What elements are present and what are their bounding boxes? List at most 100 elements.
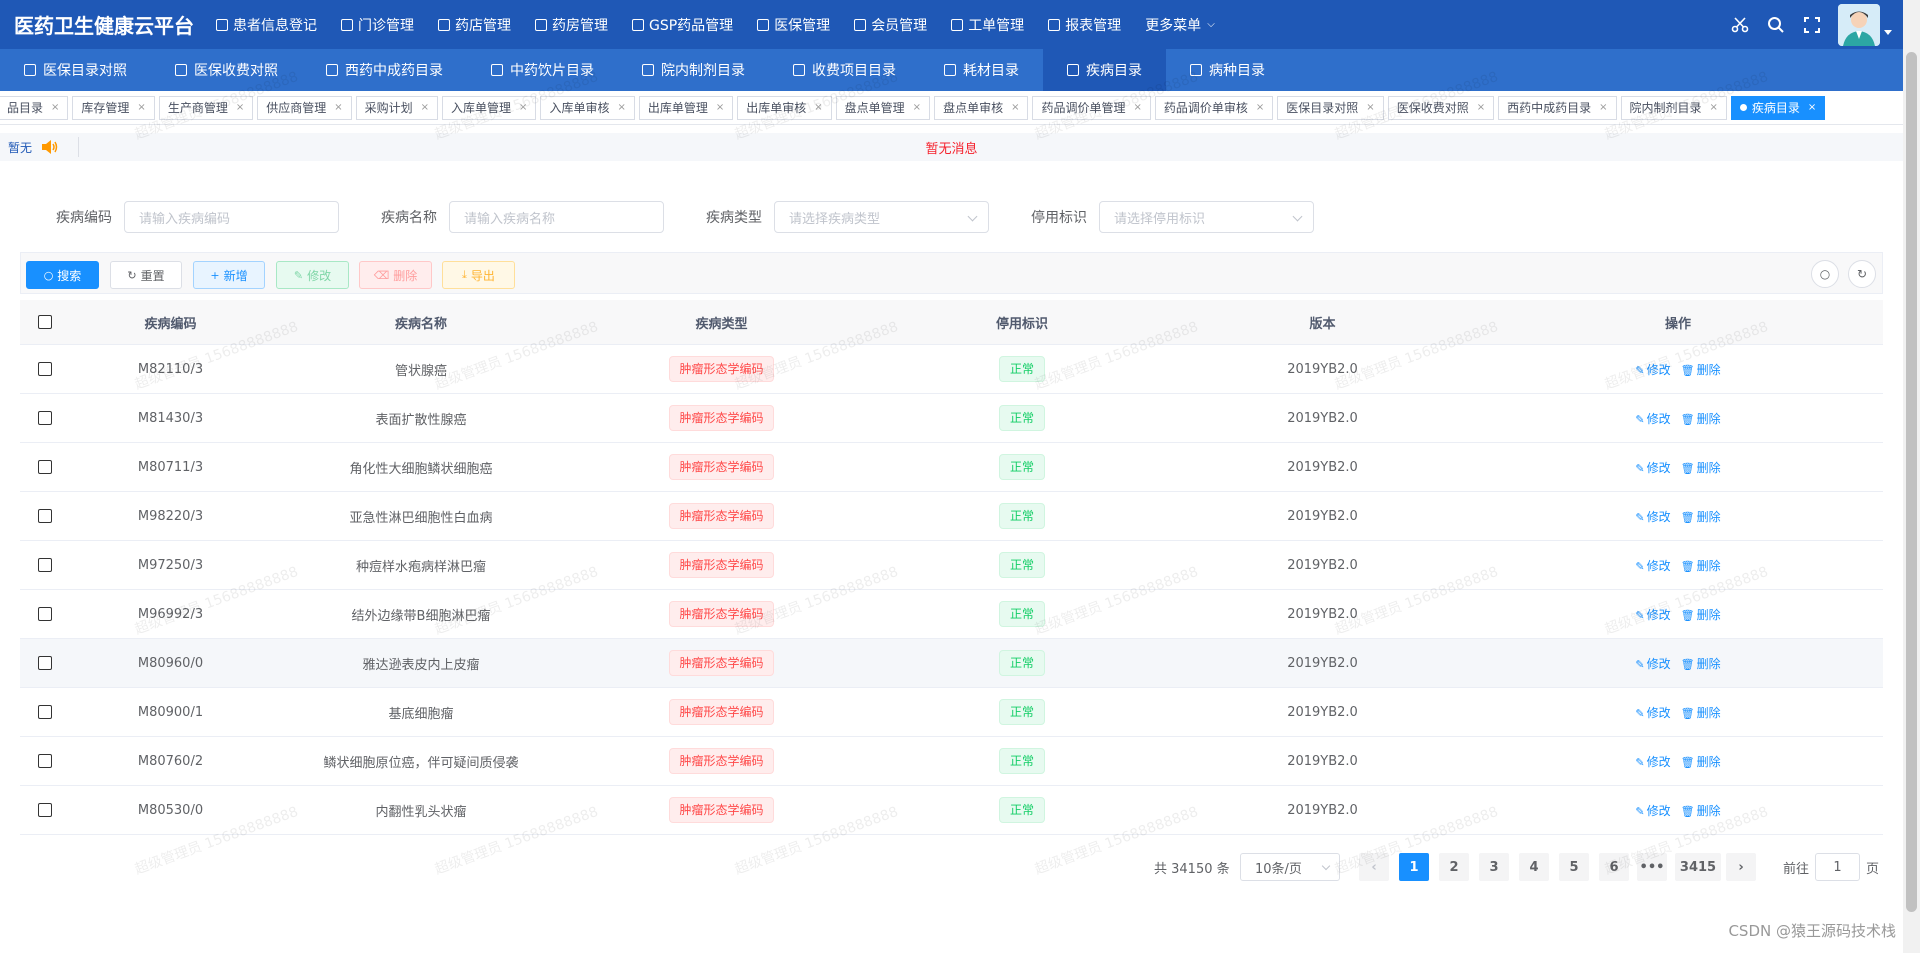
close-icon[interactable]: ×: [716, 102, 724, 113]
top-menu-item[interactable]: 门诊管理: [341, 15, 414, 35]
tab-tag[interactable]: 药品调价单审核 ×: [1154, 95, 1274, 120]
close-icon[interactable]: ×: [236, 102, 244, 113]
subnav-item[interactable]: 病种目录: [1166, 49, 1289, 91]
row-delete-button[interactable]: 🗑 删除: [1681, 706, 1721, 720]
table-row[interactable]: M97250/3 种痘样水疱病样淋巴瘤 肿瘤形态学编码 正常 2019YB2.0 ✎ 修改 🗑…: [20, 541, 1883, 590]
close-icon[interactable]: ×: [617, 102, 625, 113]
page-number-button[interactable]: 2: [1439, 853, 1469, 881]
top-menu-item[interactable]: 报表管理: [1048, 15, 1121, 35]
close-icon[interactable]: ×: [51, 102, 59, 113]
page-number-button[interactable]: 4: [1519, 853, 1549, 881]
row-delete-button[interactable]: 🗑 删除: [1681, 657, 1721, 671]
top-menu-item[interactable]: 药房管理: [535, 15, 608, 35]
reset-button[interactable]: ↻ 重置: [110, 261, 182, 289]
row-edit-button[interactable]: ✎ 修改: [1635, 559, 1670, 573]
row-edit-button[interactable]: ✎ 修改: [1635, 804, 1670, 818]
close-icon[interactable]: ×: [1133, 102, 1141, 113]
row-delete-button[interactable]: 🗑 删除: [1681, 363, 1721, 377]
top-menu-item[interactable]: 工单管理: [951, 15, 1024, 35]
row-delete-button[interactable]: 🗑 删除: [1681, 412, 1721, 426]
row-edit-button[interactable]: ✎ 修改: [1635, 363, 1670, 377]
next-page-button[interactable]: ›: [1726, 853, 1756, 881]
table-row[interactable]: M80960/0 雅达逊表皮内上皮瘤 肿瘤形态学编码 正常 2019YB2.0 ✎ 修改 🗑 删…: [20, 639, 1883, 688]
page-number-button[interactable]: 1: [1399, 853, 1429, 881]
tab-tag[interactable]: 出库单管理 ×: [638, 95, 734, 120]
close-icon[interactable]: ×: [1477, 102, 1485, 113]
tab-tag[interactable]: 西药中成药目录 ×: [1498, 95, 1617, 120]
close-icon[interactable]: ×: [1710, 102, 1718, 113]
top-menu-item[interactable]: 药店管理: [438, 15, 511, 35]
table-row[interactable]: M80530/0 内翻性乳头状瘤 肿瘤形态学编码 正常 2019YB2.0 ✎ 修改 🗑 删除: [20, 786, 1883, 835]
close-icon[interactable]: ×: [137, 102, 145, 113]
page-size-select[interactable]: 10条/页: [1240, 853, 1340, 881]
tab-tag[interactable]: 入库单管理 ×: [442, 95, 537, 120]
close-icon[interactable]: ×: [1366, 102, 1374, 113]
subnav-item[interactable]: 疾病目录: [1043, 49, 1166, 91]
subnav-item[interactable]: 医保收费对照: [151, 49, 302, 91]
row-edit-button[interactable]: ✎ 修改: [1635, 755, 1670, 769]
table-row[interactable]: M82110/3 管状腺癌 肿瘤形态学编码 正常 2019YB2.0 ✎ 修改 🗑 删除: [20, 345, 1883, 394]
user-menu-caret-icon[interactable]: [1884, 30, 1892, 35]
disease-code-input[interactable]: 请输入疾病编码: [124, 201, 339, 233]
tab-tag[interactable]: 药品调价单管理 ×: [1032, 95, 1151, 120]
row-edit-button[interactable]: ✎ 修改: [1635, 510, 1670, 524]
tab-tag[interactable]: 出库单审核 ×: [737, 95, 832, 120]
row-checkbox[interactable]: [38, 803, 52, 817]
vertical-scrollbar[interactable]: [1903, 0, 1920, 953]
scissors-icon[interactable]: [1730, 15, 1750, 35]
row-delete-button[interactable]: 🗑 删除: [1681, 755, 1721, 769]
table-row[interactable]: M80711/3 角化性大细胞鳞状细胞癌 肿瘤形态学编码 正常 2019YB2.0 ✎ 修改…: [20, 443, 1883, 492]
subnav-item[interactable]: 中药饮片目录: [467, 49, 618, 91]
subnav-item[interactable]: 医保目录对照: [0, 49, 151, 91]
row-delete-button[interactable]: 🗑 删除: [1681, 559, 1721, 573]
status-select[interactable]: 请选择停用标识: [1099, 201, 1314, 233]
table-row[interactable]: M81430/3 表面扩散性腺癌 肿瘤形态学编码 正常 2019YB2.0 ✎ 修改 🗑 删除: [20, 394, 1883, 443]
toggle-search-button[interactable]: ○: [1811, 260, 1839, 288]
page-number-button[interactable]: 6: [1599, 853, 1629, 881]
tab-tag[interactable]: 品目录 ×: [0, 95, 69, 120]
top-menu-item[interactable]: 患者信息登记: [216, 15, 317, 35]
top-menu-item[interactable]: 会员管理: [854, 15, 927, 35]
subnav-item[interactable]: 院内制剂目录: [618, 49, 769, 91]
pagination-ellipsis[interactable]: •••: [1637, 853, 1667, 881]
prev-page-button[interactable]: ‹: [1359, 853, 1389, 881]
fullscreen-icon[interactable]: [1802, 15, 1822, 35]
close-icon[interactable]: ×: [334, 102, 342, 113]
tab-tag[interactable]: 疾病目录 ×: [1730, 95, 1826, 120]
top-menu-item[interactable]: 医保管理: [757, 15, 830, 35]
edit-button[interactable]: ✎ 修改: [276, 261, 349, 289]
row-delete-button[interactable]: 🗑 删除: [1681, 461, 1721, 475]
row-edit-button[interactable]: ✎ 修改: [1635, 608, 1670, 622]
add-button[interactable]: + 新增: [193, 261, 265, 289]
row-checkbox[interactable]: [38, 607, 52, 621]
export-button[interactable]: ⤓ 导出: [442, 261, 515, 289]
tab-tag[interactable]: 盘点单审核 ×: [934, 95, 1029, 120]
pagination-last-page[interactable]: 3415: [1675, 853, 1721, 881]
row-delete-button[interactable]: 🗑 删除: [1681, 510, 1721, 524]
subnav-item[interactable]: 西药中成药目录: [302, 49, 467, 91]
page-number-button[interactable]: 3: [1479, 853, 1509, 881]
close-icon[interactable]: ×: [1011, 102, 1019, 113]
search-icon[interactable]: [1766, 15, 1786, 35]
row-checkbox[interactable]: [38, 705, 52, 719]
close-icon[interactable]: ×: [1599, 102, 1607, 113]
table-row[interactable]: M98220/3 亚急性淋巴细胞性白血病 肿瘤形态学编码 正常 2019YB2.0 ✎ 修改…: [20, 492, 1883, 541]
row-delete-button[interactable]: 🗑 删除: [1681, 608, 1721, 622]
row-edit-button[interactable]: ✎ 修改: [1635, 706, 1670, 720]
row-checkbox[interactable]: [38, 509, 52, 523]
refresh-button[interactable]: ↻: [1848, 260, 1876, 288]
disease-type-select[interactable]: 请选择疾病类型: [774, 201, 989, 233]
select-all-checkbox[interactable]: [38, 315, 52, 329]
table-row[interactable]: M80760/2 鳞状细胞原位癌，伴可疑间质侵袭 肿瘤形态学编码 正常 2019YB2.…: [20, 737, 1883, 786]
top-menu-item[interactable]: GSP药品管理: [632, 15, 733, 35]
close-icon[interactable]: ×: [1808, 102, 1816, 113]
row-checkbox[interactable]: [38, 411, 52, 425]
table-row[interactable]: M80900/1 基底细胞瘤 肿瘤形态学编码 正常 2019YB2.0 ✎ 修改 🗑 删除: [20, 688, 1883, 737]
tab-tag[interactable]: 库存管理 ×: [72, 95, 155, 120]
tab-tag[interactable]: 盘点单管理 ×: [835, 95, 931, 120]
page-number-button[interactable]: 5: [1559, 853, 1589, 881]
disease-name-input[interactable]: 请输入疾病名称: [449, 201, 664, 233]
delete-button[interactable]: ⌫ 删除: [359, 261, 432, 289]
row-checkbox[interactable]: [38, 362, 52, 376]
row-checkbox[interactable]: [38, 656, 52, 670]
